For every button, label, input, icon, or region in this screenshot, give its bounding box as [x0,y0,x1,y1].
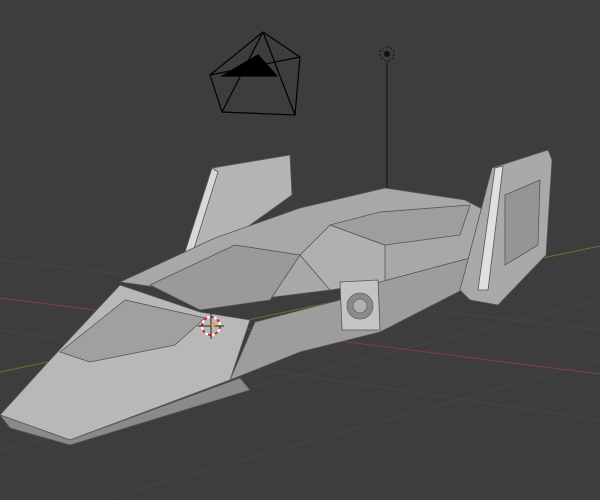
canopy-left [149,244,301,311]
viewport-canvas[interactable] [0,0,600,500]
camera-icon[interactable] [209,31,301,116]
3d-viewport[interactable] [0,0,600,500]
